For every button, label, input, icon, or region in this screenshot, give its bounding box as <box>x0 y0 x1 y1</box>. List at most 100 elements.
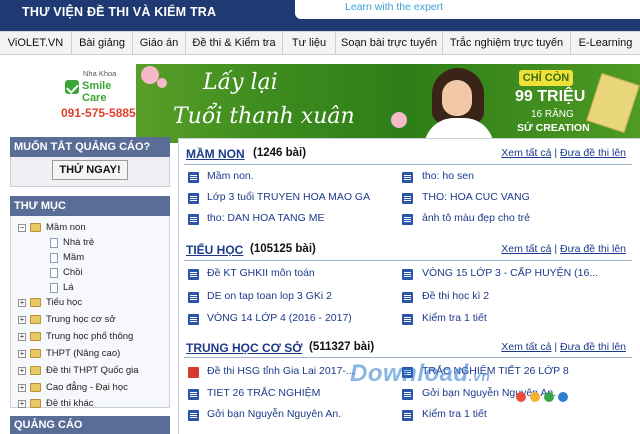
word-doc-icon <box>188 214 199 225</box>
page-icon <box>50 253 58 263</box>
brand-small: Nha Khoa <box>83 69 117 78</box>
list-item[interactable]: Lớp 3 tuổi TRUYEN HOA MAO GA <box>207 191 370 203</box>
watermark-dot-icon <box>544 392 554 402</box>
tree-item-thpt[interactable]: Trung học phổ thông <box>46 331 133 342</box>
expand-icon[interactable]: + <box>18 350 26 358</box>
pdf-doc-icon <box>188 367 199 378</box>
tree-item-tieu-hoc[interactable]: Tiểu học <box>46 297 82 308</box>
nav-item-de-thi[interactable]: Đề thi & Kiểm tra <box>186 32 283 55</box>
expand-icon[interactable]: + <box>18 384 26 392</box>
word-doc-icon <box>188 314 199 325</box>
nav-item-giao-an[interactable]: Giáo án <box>133 32 186 55</box>
section-title-thcs[interactable]: TRUNG HỌC CƠ SỞ <box>186 341 302 355</box>
site-title[interactable]: THƯ VIỆN ĐỀ THI VÀ KIỂM TRA <box>22 5 216 19</box>
expand-icon[interactable]: + <box>18 333 26 341</box>
offer-sub: 16 RĂNG <box>531 109 574 120</box>
expand-icon[interactable]: + <box>18 400 26 408</box>
nav-item-violet[interactable]: ViOLET.VN <box>0 32 72 55</box>
directory-tree: − Mầm non Nhà trẻ Mầm Chồi Lá + Tiểu học… <box>10 216 170 409</box>
list-item[interactable]: TIET 26 TRẮC NGHIỆM <box>207 387 320 399</box>
list-item[interactable]: tho: DAN HOA TANG ME <box>207 212 324 224</box>
see-all-link[interactable]: Xem tất cả <box>501 341 551 353</box>
upload-link[interactable]: Đưa đề thi lên <box>560 341 626 353</box>
page-icon <box>50 268 58 278</box>
word-doc-icon <box>188 172 199 183</box>
nav-item-elearning[interactable]: E-Learning <box>571 32 640 55</box>
word-doc-icon <box>188 292 199 303</box>
tree-item-cao-dang[interactable]: Cao đẳng - Đại học <box>46 382 128 393</box>
offer-badge: CHỈ CÒN <box>519 70 573 86</box>
site-header: THƯ VIỆN ĐỀ THI VÀ KIỂM TRA Learn with t… <box>0 0 640 31</box>
tree-item-nha-tre[interactable]: Nhà trẻ <box>63 237 94 248</box>
word-doc-icon <box>402 410 413 421</box>
see-all-link[interactable]: Xem tất cả <box>501 147 551 159</box>
tree-item-thpt-nang-cao[interactable]: THPT (Nâng cao) <box>46 348 120 359</box>
list-item[interactable]: Mầm non. <box>207 170 254 182</box>
upload-link[interactable]: Đưa đề thi lên <box>560 147 626 159</box>
model-image <box>418 68 500 143</box>
tagline: Learn with the expert <box>345 1 444 13</box>
tree-item-mam-non[interactable]: Mầm non <box>46 222 86 233</box>
offer-sub2: SỨ CREATION <box>517 122 590 134</box>
list-item[interactable]: tho: ho sen <box>422 170 474 182</box>
veneer-card-image <box>586 73 640 133</box>
list-item[interactable]: Đề KT GHKII môn toán <box>207 267 315 279</box>
section-title-mam-non[interactable]: MẦM NON <box>186 147 245 161</box>
word-doc-icon <box>402 292 413 303</box>
expand-icon[interactable]: + <box>18 316 26 324</box>
nav-item-bai-giang[interactable]: Bài giảng <box>72 32 133 55</box>
list-item[interactable]: VÒNG 14 LỚP 4 (2016 - 2017) <box>207 312 352 324</box>
main-nav: ViOLET.VN Bài giảng Giáo án Đề thi & Kiể… <box>0 31 640 55</box>
list-item[interactable]: DE on tap toan lop 3 GKi 2 <box>207 290 332 302</box>
brand-box: Nha Khoa Smile Care 091-575-5885 <box>53 64 136 143</box>
watermark-dot-icon <box>516 392 526 402</box>
tree-item-de-thi-khac[interactable]: Đề thi khác <box>46 398 94 409</box>
section-count: (1246 bài) <box>253 147 307 159</box>
expand-icon[interactable]: + <box>18 367 26 375</box>
list-item[interactable]: Gởi bạn Nguyễn Nguyên An. <box>207 408 341 420</box>
see-all-link[interactable]: Xem tất cả <box>501 243 551 255</box>
tree-item-choi[interactable]: Chồi <box>63 267 83 278</box>
try-now-button[interactable]: THỬ NGAY! <box>52 160 128 180</box>
nav-item-tu-lieu[interactable]: Tư liệu <box>283 32 336 55</box>
section-title-tieu-hoc[interactable]: TIỂU HỌC <box>186 243 243 257</box>
watermark: Download.vn <box>350 360 490 388</box>
list-item[interactable]: Đề thi học kì 2 <box>422 290 489 302</box>
tree-item-la[interactable]: Lá <box>63 282 74 293</box>
brand-phone: 091-575-5885 <box>61 106 136 120</box>
folder-icon <box>30 399 41 408</box>
list-item[interactable]: Kiểm tra 1 tiết <box>422 408 487 420</box>
list-item[interactable]: Kiểm tra 1 tiết <box>422 312 487 324</box>
upload-link[interactable]: Đưa đề thi lên <box>560 243 626 255</box>
section-links: Xem tất cả | Đưa đề thi lên <box>501 147 626 159</box>
watermark-dot-icon <box>530 392 540 402</box>
expand-icon[interactable]: + <box>18 299 26 307</box>
section-links: Xem tất cả | Đưa đề thi lên <box>501 243 626 255</box>
collapse-icon[interactable]: − <box>18 224 26 232</box>
list-item[interactable]: Đề thi HSG tỉnh Gia Lai 2017-... <box>207 365 355 377</box>
banner-slogan-2: Tuổi thanh xuân <box>173 104 355 129</box>
tree-item-thpt-quoc-gia[interactable]: Đề thi THPT Quốc gia <box>46 365 139 376</box>
nav-item-soan-bai[interactable]: Soạn bài trực tuyến <box>336 32 443 55</box>
word-doc-icon <box>188 269 199 280</box>
list-item[interactable]: ảnh tô màu đẹp cho trẻ <box>422 212 530 224</box>
page-icon <box>50 238 58 248</box>
flower-icon <box>391 112 407 128</box>
list-item[interactable]: VÒNG 15 LỚP 3 - CẤP HUYỆN (16... <box>422 267 598 279</box>
tree-item-mam[interactable]: Mầm <box>63 252 84 263</box>
folder-icon <box>30 383 41 392</box>
section-count: (511327 bài) <box>309 341 375 353</box>
nav-item-trac-nghiem[interactable]: Trắc nghiệm trực tuyến <box>443 32 571 55</box>
folder-icon <box>30 298 41 307</box>
section-links: Xem tất cả | Đưa đề thi lên <box>501 341 626 353</box>
watermark-suffix: .vn <box>468 368 491 384</box>
folder-icon <box>30 315 41 324</box>
flower-icon <box>157 78 167 88</box>
banner-ad[interactable]: Nha Khoa Smile Care 091-575-5885 Lấy lại… <box>53 64 640 143</box>
word-doc-icon <box>188 193 199 204</box>
ad-footer-heading: QUẢNG CÁO <box>10 416 170 434</box>
list-item[interactable]: THO: HOA CUC VANG <box>422 191 530 203</box>
page-icon <box>50 283 58 293</box>
folder-open-icon <box>30 223 41 232</box>
tree-item-thcs[interactable]: Trung học cơ sở <box>46 314 116 325</box>
